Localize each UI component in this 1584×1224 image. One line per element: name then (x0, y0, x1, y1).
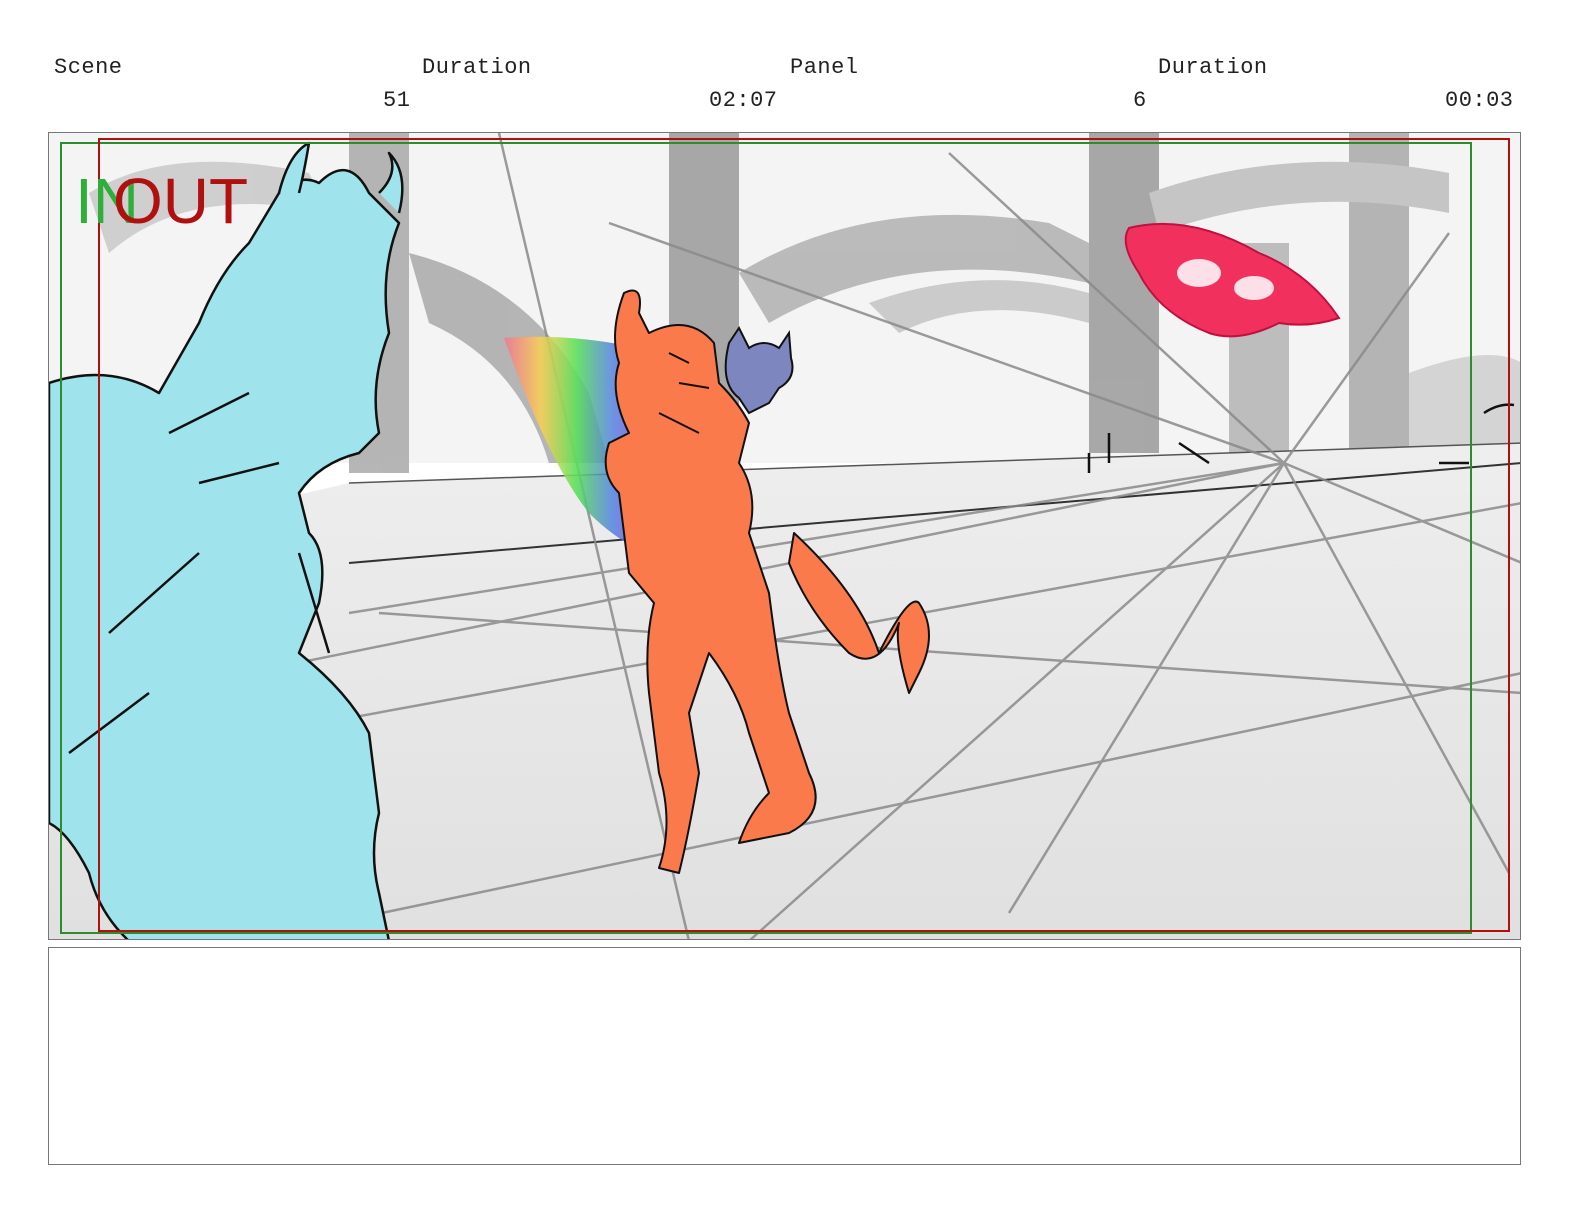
scene-label: Scene (54, 55, 123, 80)
scene-duration-label: Duration (422, 55, 532, 80)
panel-notes-box[interactable] (48, 947, 1521, 1165)
panel-drawing (49, 133, 1520, 939)
out-marker: OUT (113, 165, 249, 237)
panel-label: Panel (790, 55, 859, 80)
panel-duration: 00:03 (1445, 88, 1514, 113)
panel-number: 6 (1133, 88, 1147, 113)
storyboard-panel-frame: IN OUT (48, 132, 1521, 940)
scene-duration: 02:07 (709, 88, 778, 113)
scene-number: 51 (383, 88, 411, 113)
panel-duration-label: Duration (1158, 55, 1268, 80)
